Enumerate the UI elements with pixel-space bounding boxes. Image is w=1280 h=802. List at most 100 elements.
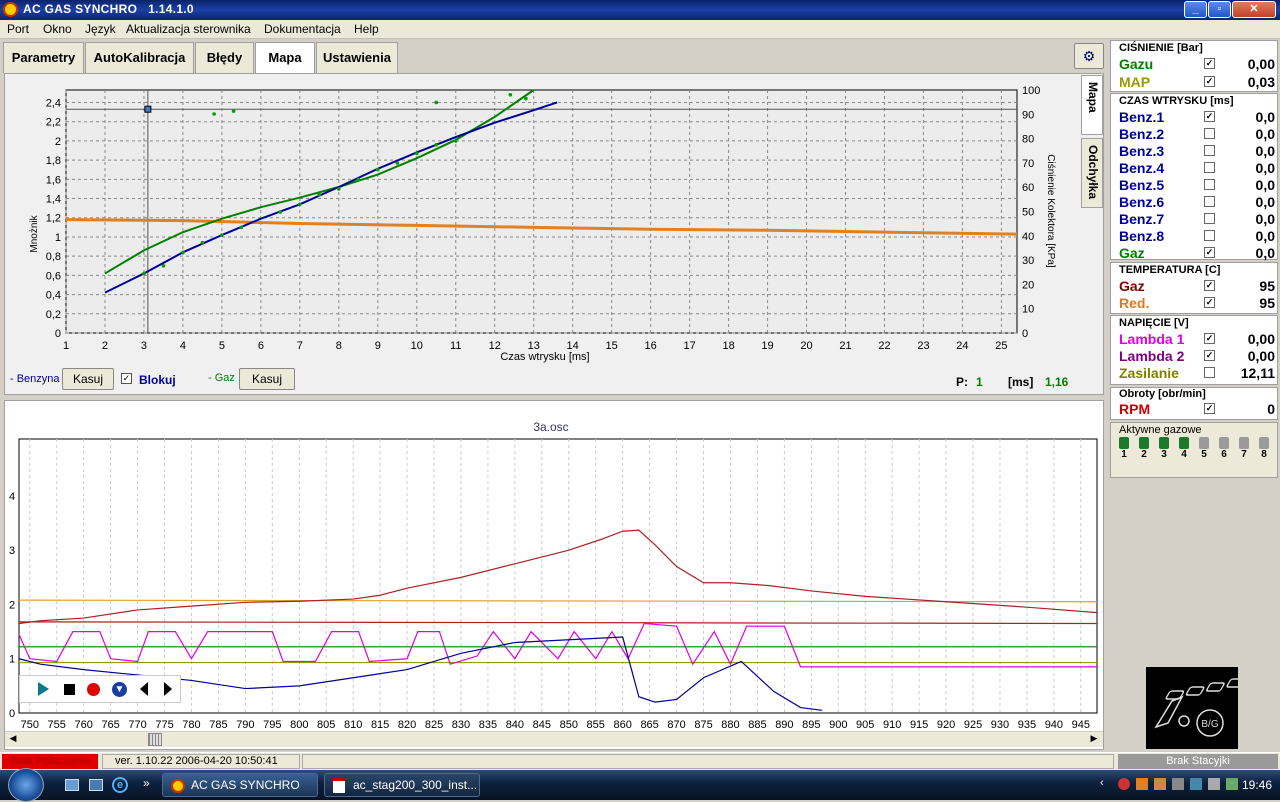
close-button[interactable]: ✕ xyxy=(1232,1,1276,18)
row-checkbox[interactable] xyxy=(1204,213,1215,224)
map-gas-point xyxy=(317,192,322,197)
switch-windows-icon[interactable] xyxy=(89,779,103,791)
taskbar-app-acgas[interactable]: AC GAS SYNCHRO xyxy=(162,773,318,797)
show-desktop-icon[interactable] xyxy=(65,779,79,791)
menu-okno[interactable]: Okno xyxy=(43,22,72,36)
tab-bledy[interactable]: Błędy xyxy=(195,42,254,73)
taskbar-app-pdf[interactable]: ac_stag200_300_inst... xyxy=(324,773,480,797)
minimize-button[interactable]: _ xyxy=(1184,1,1207,18)
row-gazu: Gazu ✓ 0,00 xyxy=(1119,56,1275,73)
map-y-tick: 0,2 xyxy=(46,309,61,321)
map-gas-point xyxy=(337,187,341,191)
kasuj-benzyna-button[interactable]: Kasuj xyxy=(62,368,114,390)
osc-x-tick: 840 xyxy=(506,719,524,731)
map-y2-tick: 80 xyxy=(1022,134,1034,146)
network-icon[interactable] xyxy=(1190,778,1202,790)
row-value: 0,00 xyxy=(1247,331,1275,347)
volume-icon[interactable] xyxy=(1208,778,1220,790)
menu-aktualizacja[interactable]: Aktualizacja sterownika xyxy=(126,22,251,36)
row-checkbox[interactable]: ✓ xyxy=(1204,247,1215,258)
tray-icon-3[interactable] xyxy=(1154,778,1166,790)
save-icon[interactable]: ▼ xyxy=(112,682,127,697)
temperature-header: TEMPERATURA [C] xyxy=(1119,264,1221,276)
row-checkbox[interactable] xyxy=(1204,367,1215,378)
menu-port[interactable]: Port xyxy=(7,22,29,36)
taskbar: e » AC GAS SYNCHRO ac_stag200_300_inst..… xyxy=(0,768,1280,802)
app-version: 1.14.1.0 xyxy=(148,2,194,16)
tool-icon[interactable]: ⚙ xyxy=(1074,43,1104,69)
row-checkbox[interactable] xyxy=(1204,162,1215,173)
play-icon[interactable] xyxy=(38,682,49,696)
map-y-tick: 0,4 xyxy=(46,290,61,302)
prev-icon[interactable] xyxy=(140,682,148,696)
tray-icon-4[interactable] xyxy=(1172,778,1184,790)
map-x-tick: 21 xyxy=(839,340,851,352)
map-chart: 1 2 3 4 5 6 7 8 9 10 11 12 13 14 15 16 17 18 19 20 21 22 23 24 2… xyxy=(29,85,1056,363)
row-checkbox[interactable]: ✓ xyxy=(1204,111,1215,122)
row-checkbox[interactable]: ✓ xyxy=(1204,297,1215,308)
osc-x-tick: 770 xyxy=(128,719,146,731)
tab-mapa[interactable]: Mapa xyxy=(255,42,315,74)
tray-icon-1[interactable] xyxy=(1118,778,1130,790)
tab-autokalibracja[interactable]: AutoKalibracja xyxy=(85,42,194,73)
scroll-left-icon[interactable]: ◀ xyxy=(6,733,20,746)
scroll-right-icon[interactable]: ▶ xyxy=(1087,733,1101,746)
row-checkbox[interactable]: ✓ xyxy=(1204,333,1215,344)
osc-x-tick: 900 xyxy=(829,719,847,731)
osc-x-tick: 865 xyxy=(640,719,658,731)
injection-header: CZAS WTRYSKU [ms] xyxy=(1119,95,1234,107)
blokuj-checkbox[interactable]: ✓ xyxy=(121,373,132,384)
rpm-group: Obroty [obr/min] RPM ✓ 0 xyxy=(1110,387,1278,420)
scroll-thumb[interactable] xyxy=(148,733,162,746)
tab-parametry[interactable]: Parametry xyxy=(3,42,84,73)
map-x-tick: 2 xyxy=(102,340,108,352)
clock: 19:46 xyxy=(1242,778,1273,792)
row-label: Gaz xyxy=(1119,278,1145,294)
row-value: 0,0 xyxy=(1255,143,1275,159)
kasuj-gaz-button[interactable]: Kasuj xyxy=(239,368,295,390)
connection-status: Brak Połączenia xyxy=(2,754,98,769)
tray-arrow-icon[interactable]: ‹ xyxy=(1100,777,1104,789)
maximize-button[interactable]: ▫ xyxy=(1208,1,1231,18)
next-icon[interactable] xyxy=(164,682,172,696)
map-gas-point xyxy=(434,142,439,147)
row-checkbox[interactable] xyxy=(1204,179,1215,190)
record-icon[interactable] xyxy=(87,683,100,696)
row-label: Benz.6 xyxy=(1119,194,1165,210)
osc-scrollbar[interactable]: ◀ ▶ xyxy=(5,731,1103,747)
row-checkbox[interactable] xyxy=(1204,145,1215,156)
side-tab-mapa[interactable]: Mapa xyxy=(1081,75,1103,135)
tab-ustawienia[interactable]: Ustawienia xyxy=(316,42,398,73)
row-checkbox[interactable]: ✓ xyxy=(1204,403,1215,414)
menu-dokumentacja[interactable]: Dokumentacja xyxy=(264,22,341,36)
row-checkbox[interactable] xyxy=(1204,230,1215,241)
row-checkbox[interactable]: ✓ xyxy=(1204,76,1215,87)
chevron-icon[interactable]: » xyxy=(143,776,150,790)
map-x-tick: 24 xyxy=(956,340,968,352)
menu-bar: Port Okno Język Aktualizacja sterownika … xyxy=(0,20,1280,39)
map-gas-point xyxy=(524,96,528,101)
row-checkbox[interactable] xyxy=(1204,196,1215,207)
menu-help[interactable]: Help xyxy=(354,22,379,36)
row-value: 0,03 xyxy=(1247,74,1275,90)
map-y-tick: 2 xyxy=(55,136,61,148)
row-label: Lambda 2 xyxy=(1119,348,1185,364)
row-checkbox[interactable]: ✓ xyxy=(1204,58,1215,69)
start-button[interactable] xyxy=(8,768,44,802)
row-checkbox[interactable] xyxy=(1204,128,1215,139)
battery-icon[interactable] xyxy=(1226,778,1238,790)
ie-icon[interactable]: e xyxy=(112,777,128,793)
map-y2-tick: 100 xyxy=(1022,85,1040,97)
row-benz-4: Benz.4 0,0 xyxy=(1119,160,1275,177)
osc-x-tick: 815 xyxy=(371,719,389,731)
row-checkbox[interactable]: ✓ xyxy=(1204,350,1215,361)
menu-jezyk[interactable]: Język xyxy=(85,22,116,36)
osc-x-tick: 895 xyxy=(802,719,820,731)
side-tab-odchylka[interactable]: Odchyłka xyxy=(1081,138,1103,208)
row-checkbox[interactable]: ✓ xyxy=(1204,280,1215,291)
map-x-tick: 12 xyxy=(489,340,501,352)
row-label: MAP xyxy=(1119,74,1151,90)
tray-icon-2[interactable] xyxy=(1136,778,1148,790)
stop-icon[interactable] xyxy=(64,684,75,695)
map-y2-tick: 90 xyxy=(1022,109,1034,121)
